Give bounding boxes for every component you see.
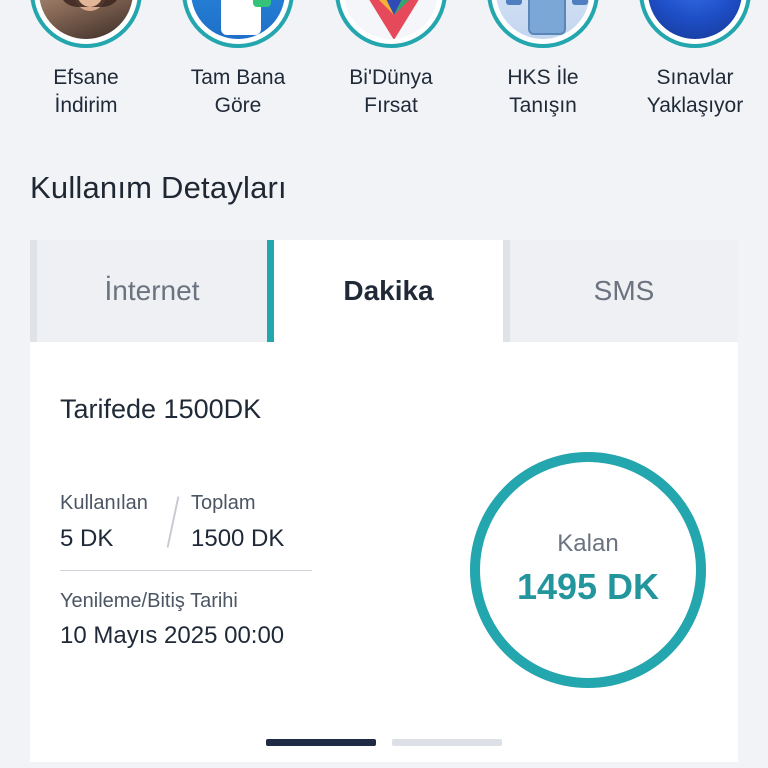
total-value: 1500 DK [191, 525, 285, 552]
total-label: Toplam [191, 492, 256, 514]
tab-label: Dakika [343, 275, 434, 306]
story-thumbnail [639, 0, 751, 48]
renew-label: Yenileme/Bitiş Tarihi [60, 590, 238, 612]
section-title: Kullanım Detayları [30, 170, 287, 205]
used-value: 5 DK [60, 525, 114, 552]
tab-sms[interactable]: SMS [510, 240, 738, 342]
remaining-value: 1495 DK [516, 566, 660, 607]
pager-indicator-2[interactable] [392, 739, 502, 746]
story-label: Tam Bana Göre [190, 66, 286, 117]
tab-internet[interactable]: İnternet [37, 240, 267, 342]
story-label: Efsane İndirim [53, 66, 119, 117]
tab-divider [30, 240, 37, 342]
pager-indicator-1[interactable] [266, 739, 376, 746]
story-label: Bi'Dünya Fırsat [349, 66, 433, 117]
story-label: HKS İle Tanışın [507, 66, 579, 117]
story-thumbnail [182, 0, 294, 48]
story-label: Sınavlar Yaklaşıyor [646, 66, 744, 117]
remaining-label: Kalan [557, 530, 619, 557]
tariff-title: Tarifede 1500DK [60, 394, 262, 424]
stats-divider [60, 570, 312, 571]
tab-divider [503, 240, 510, 342]
usage-tabs: İnternet Dakika SMS [30, 240, 738, 342]
story-thumbnail [30, 0, 142, 48]
story-thumbnail [335, 0, 447, 48]
story-thumbnail [487, 0, 599, 48]
usage-card: Tarifede 1500DK Kullanılan 5 DK Toplam 1… [30, 342, 738, 762]
tab-dakika[interactable]: Dakika [267, 240, 503, 342]
tab-label: SMS [593, 275, 655, 306]
tab-label: İnternet [104, 275, 200, 306]
used-label: Kullanılan [60, 492, 148, 514]
renew-value: 10 Mayıs 2025 00:00 [60, 622, 285, 649]
stat-separator [166, 496, 180, 548]
stories-row: Efsane İndirim Tam Bana Göre Bi'Dünya Fı… [0, 0, 768, 130]
